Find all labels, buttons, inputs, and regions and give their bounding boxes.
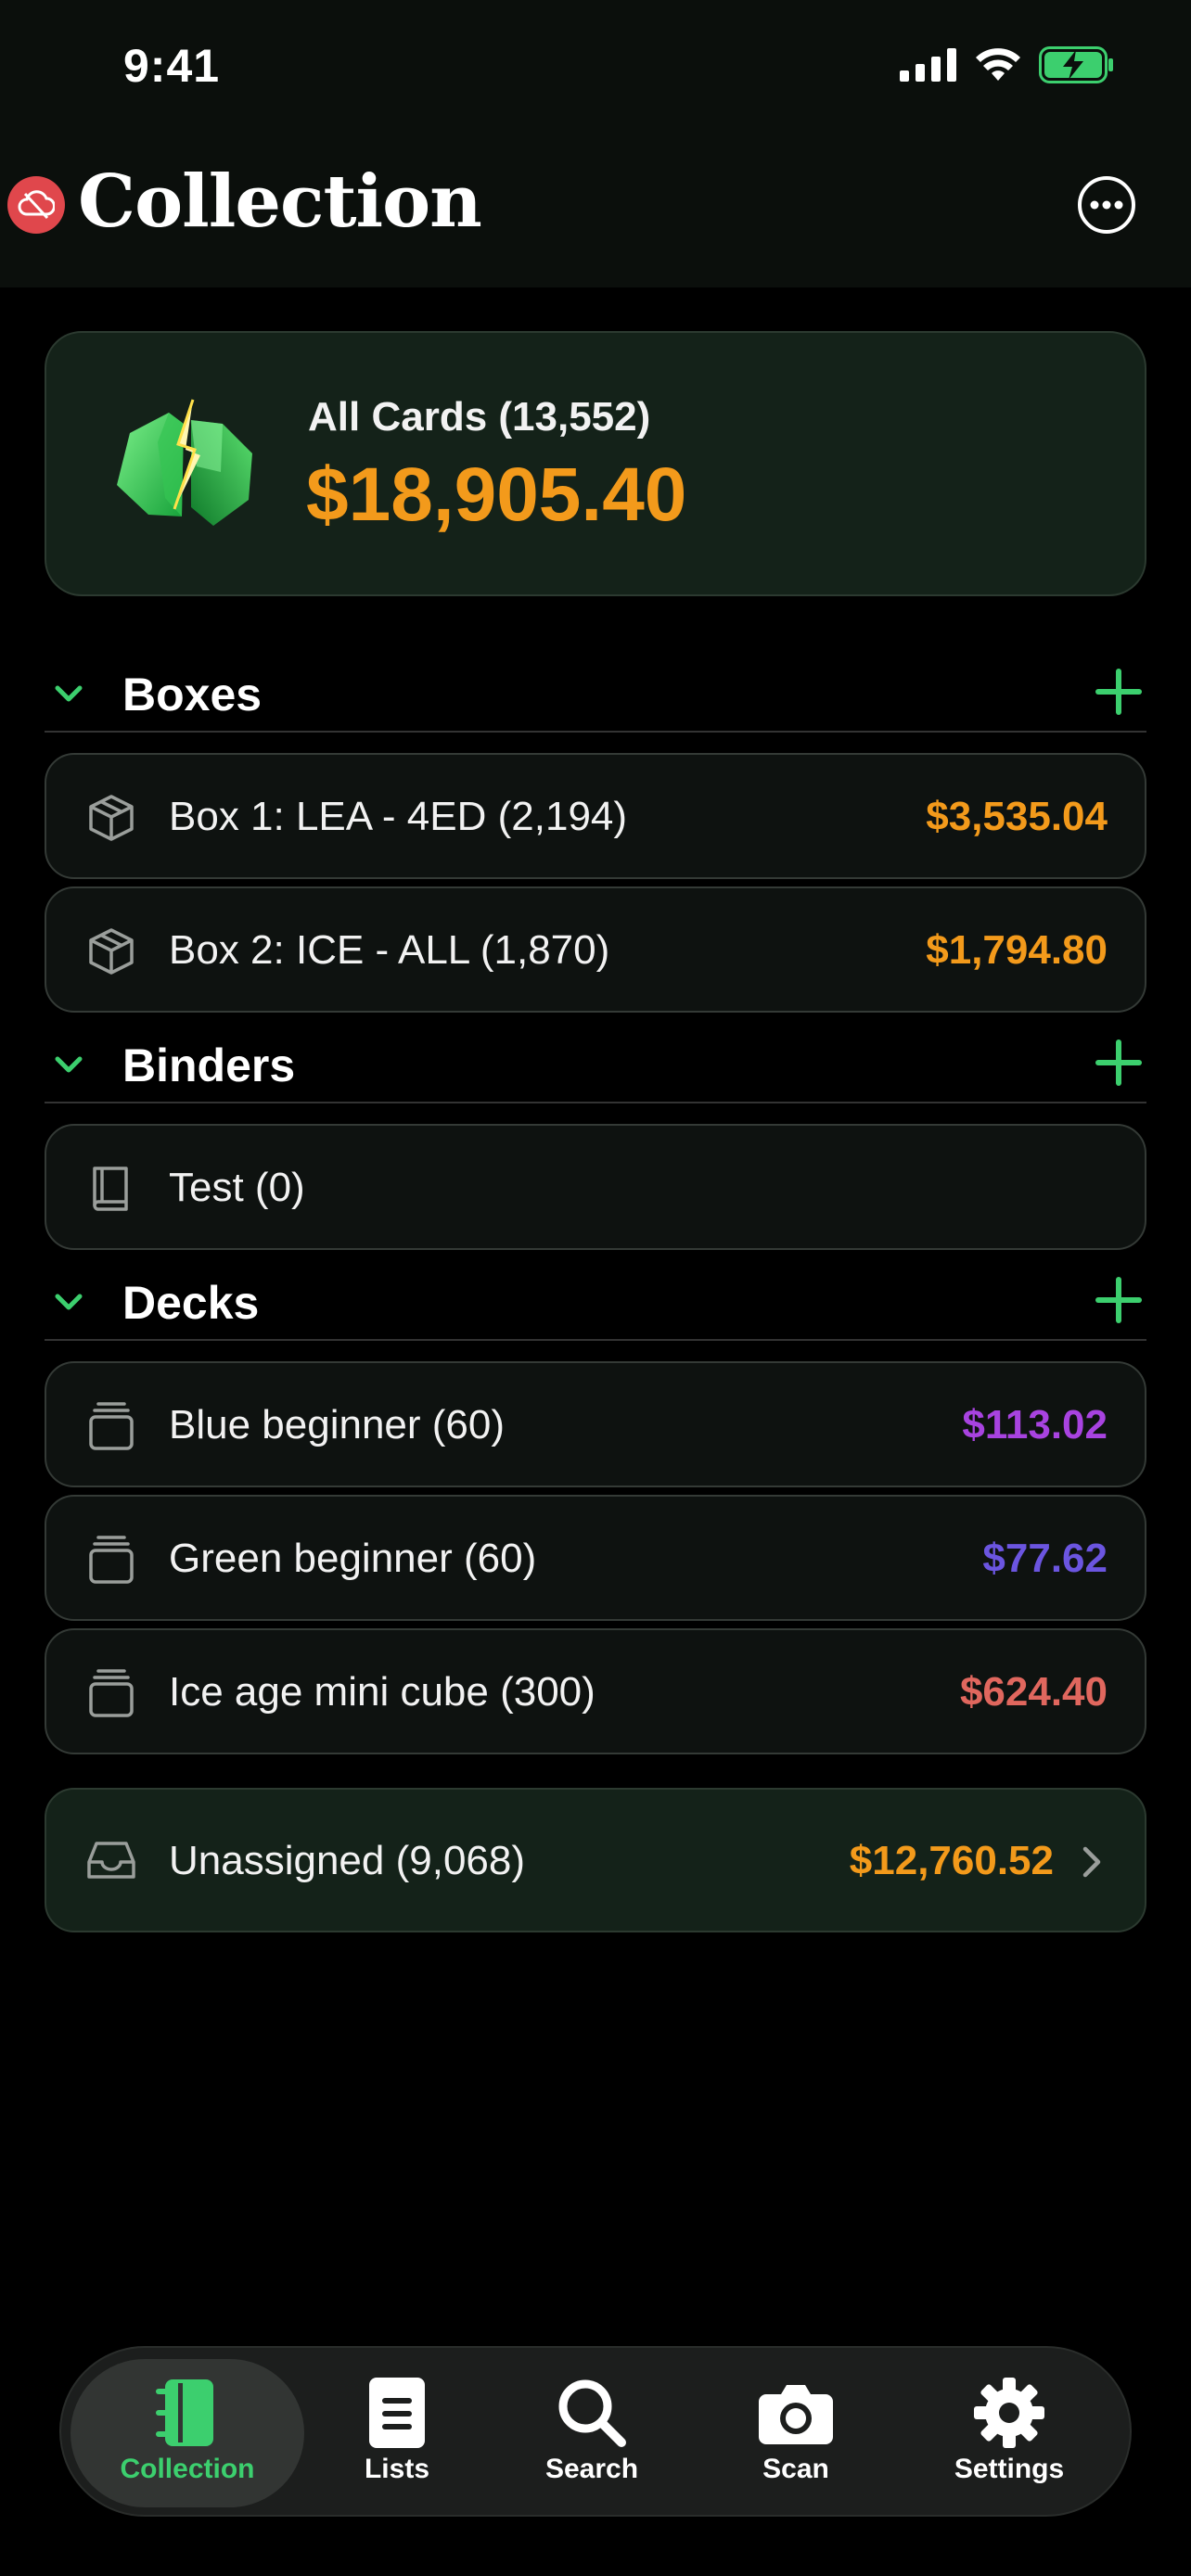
status-time: 9:41: [123, 40, 221, 92]
wifi-icon: [976, 48, 1020, 81]
battery-charging-icon: [1039, 46, 1113, 83]
deck-value: $624.40: [959, 1669, 1108, 1715]
box-icon: [89, 928, 134, 975]
deck-label: Blue beginner (60): [169, 1402, 506, 1447]
box-icon: [89, 795, 134, 841]
deck-icon: [89, 1536, 134, 1584]
tab-search[interactable]: Search: [490, 2348, 694, 2519]
deck-row[interactable]: Ice age mini cube (300) $624.40: [45, 1628, 1146, 1754]
box-row[interactable]: Box 2: ICE - ALL (1,870) $1,794.80: [45, 886, 1146, 1013]
status-bar: 9:41: [0, 0, 1191, 139]
more-options-button[interactable]: [1076, 174, 1137, 236]
unassigned-row[interactable]: Unassigned (9,068) $12,760.52: [45, 1788, 1146, 1932]
box-value: $3,535.04: [926, 794, 1108, 839]
sync-error-icon[interactable]: [7, 176, 65, 234]
chevron-right-icon: [1082, 1846, 1101, 1878]
binders-section-header[interactable]: Binders: [45, 1026, 1146, 1103]
decks-section-title: Decks: [122, 1277, 260, 1329]
all-cards-label: All Cards (13,552): [308, 394, 651, 440]
navigation-header: Collection: [0, 148, 1191, 260]
green-gem-icon: [117, 399, 252, 526]
boxes-section-title: Boxes: [122, 669, 263, 721]
add-deck-button[interactable]: [1095, 1276, 1143, 1324]
page-title: Collection: [78, 159, 482, 244]
collection-icon: [148, 2374, 226, 2452]
box-row[interactable]: Box 1: LEA - 4ED (2,194) $3,535.04: [45, 753, 1146, 879]
box-label: Box 2: ICE - ALL (1,870): [169, 927, 610, 973]
inbox-icon: [87, 1842, 135, 1879]
gear-icon: [970, 2374, 1048, 2452]
cellular-signal-icon: [900, 48, 956, 82]
add-box-button[interactable]: [1095, 668, 1143, 716]
binder-label: Test (0): [169, 1165, 305, 1210]
deck-row[interactable]: Green beginner (60) $77.62: [45, 1495, 1146, 1621]
chevron-down-icon[interactable]: [52, 677, 85, 710]
lists-icon: [358, 2374, 436, 2452]
deck-value: $113.02: [962, 1402, 1108, 1447]
chevron-down-icon[interactable]: [52, 1048, 85, 1081]
tab-bar: Collection Lists Search Scan Settings: [59, 2346, 1132, 2517]
tab-lists[interactable]: Lists: [304, 2348, 490, 2519]
unassigned-value: $12,760.52: [849, 1838, 1054, 1883]
deck-icon: [89, 1669, 134, 1717]
tab-scan-label: Scan: [762, 2454, 829, 2484]
binder-row[interactable]: Test (0): [45, 1124, 1146, 1250]
deck-label: Green beginner (60): [169, 1536, 537, 1581]
boxes-section-header[interactable]: Boxes: [45, 655, 1146, 733]
tab-search-label: Search: [544, 2454, 639, 2484]
tab-collection[interactable]: Collection: [70, 2348, 304, 2519]
chevron-down-icon[interactable]: [52, 1285, 85, 1319]
camera-icon: [757, 2374, 835, 2452]
add-binder-button[interactable]: [1095, 1039, 1143, 1087]
deck-icon: [89, 1402, 134, 1450]
binder-icon: [93, 1167, 128, 1211]
unassigned-label: Unassigned (9,068): [169, 1838, 526, 1883]
tab-settings[interactable]: Settings: [898, 2348, 1121, 2519]
box-value: $1,794.80: [926, 927, 1108, 973]
deck-label: Ice age mini cube (300): [169, 1669, 596, 1715]
deck-row[interactable]: Blue beginner (60) $113.02: [45, 1361, 1146, 1487]
all-cards-value: $18,905.40: [306, 453, 687, 537]
box-label: Box 1: LEA - 4ED (2,194): [169, 794, 628, 839]
tab-scan[interactable]: Scan: [694, 2348, 898, 2519]
status-icons: [900, 46, 1115, 83]
deck-value: $77.62: [982, 1536, 1108, 1581]
search-icon: [553, 2374, 631, 2452]
binders-section-title: Binders: [122, 1039, 296, 1091]
tab-settings-label: Settings: [954, 2454, 1065, 2484]
tab-lists-label: Lists: [364, 2454, 430, 2484]
tab-collection-label: Collection: [120, 2454, 255, 2484]
decks-section-header[interactable]: Decks: [45, 1263, 1146, 1341]
all-cards-summary-card[interactable]: All Cards (13,552) $18,905.40: [45, 331, 1146, 596]
